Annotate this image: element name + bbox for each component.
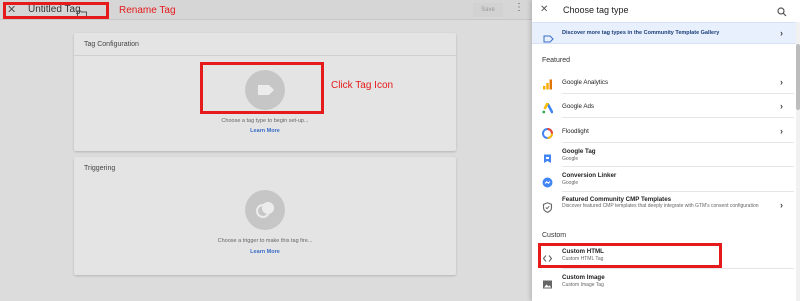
search-icon[interactable]: [777, 4, 787, 22]
google-tag-icon: [542, 151, 553, 163]
tag-configuration-header: Tag Configuration: [84, 41, 139, 48]
tag-type-community-cmp-templates[interactable]: Featured Community CMP Templates Discove…: [532, 194, 796, 220]
item-divider: [562, 117, 794, 118]
item-divider: [562, 142, 794, 143]
item-divider: [562, 166, 794, 167]
image-icon: [542, 277, 553, 289]
panel-header: ✕ Choose tag type: [532, 0, 800, 22]
tag-type-name: Featured Community CMP Templates: [562, 196, 672, 203]
trigger-icon[interactable]: [245, 190, 285, 230]
triggering-description: Choose a trigger to make this tag fire..…: [217, 238, 313, 244]
more-options-icon[interactable]: ⋮: [514, 3, 524, 13]
tag-type-floodlight[interactable]: Floodlight ›: [532, 122, 796, 142]
close-icon[interactable]: ✕: [540, 4, 548, 15]
triggering-header: Triggering: [84, 165, 116, 172]
tag-type-name: Conversion Linker: [562, 172, 617, 179]
tag-outline-icon: [543, 30, 554, 48]
community-template-gallery-link[interactable]: Discover more tag types in the Community…: [532, 22, 796, 44]
tag-type-google-analytics[interactable]: Google Analytics ›: [532, 73, 796, 93]
item-divider: [562, 191, 794, 192]
panel-title: Choose tag type: [563, 5, 629, 15]
custom-html-highlight: [538, 243, 722, 268]
click-tag-icon-annotation: Click Tag Icon: [331, 80, 394, 91]
tag-type-name: Google Analytics: [562, 79, 609, 86]
tag-type-google-ads[interactable]: Google Ads ›: [532, 97, 796, 117]
tag-editor: ✕ Untitled Tag Save ⋮ Tag Configuration …: [0, 0, 532, 301]
tag-type-subtitle: Google: [562, 156, 579, 162]
scrollbar-thumb[interactable]: [796, 44, 800, 110]
triggering-learn-more-link[interactable]: Learn More: [74, 249, 456, 255]
tag-type-name: Floodlight: [562, 128, 589, 135]
tag-type-name: Custom Image: [562, 274, 605, 281]
featured-section-label: Featured: [542, 57, 571, 64]
shield-icon: [542, 200, 553, 213]
rename-tag-highlight: [3, 2, 109, 19]
tag-type-conversion-linker[interactable]: Conversion Linker Google: [532, 170, 796, 190]
chevron-right-icon: ›: [780, 28, 783, 38]
tag-type-subtitle: Custom Image Tag: [562, 282, 604, 288]
chevron-right-icon: ›: [780, 77, 783, 87]
tag-type-name: Google Ads: [562, 103, 594, 110]
floodlight-icon: [542, 126, 553, 139]
save-button[interactable]: Save: [473, 3, 503, 17]
item-divider: [562, 93, 794, 94]
tag-configuration-description: Choose a tag type to begin set-up...: [221, 118, 309, 124]
chevron-right-icon: ›: [780, 200, 783, 210]
google-ads-icon: [542, 101, 554, 114]
click-tag-icon-highlight: [200, 62, 324, 114]
chevron-right-icon: ›: [780, 101, 783, 111]
google-analytics-icon: [542, 77, 553, 90]
tag-configuration-learn-more-link[interactable]: Learn More: [74, 128, 456, 134]
tag-type-subtitle: Discover featured CMP templates that dee…: [562, 203, 759, 209]
tag-type-subtitle: Google: [562, 180, 579, 186]
tag-type-custom-image[interactable]: Custom Image Custom Image Tag: [532, 272, 796, 292]
rename-tag-annotation: Rename Tag: [119, 5, 176, 16]
custom-section-label: Custom: [542, 232, 567, 239]
conversion-linker-icon: [542, 175, 553, 188]
chevron-right-icon: ›: [780, 126, 783, 136]
tag-type-google-tag[interactable]: Google Tag Google: [532, 146, 796, 166]
triggering-card[interactable]: Triggering Choose a trigger to make this…: [74, 157, 456, 275]
tag-type-name: Google Tag: [562, 148, 596, 155]
gallery-link-label: Discover more tag types in the Community…: [562, 30, 720, 36]
card-divider: [74, 55, 456, 56]
item-divider: [562, 268, 794, 269]
